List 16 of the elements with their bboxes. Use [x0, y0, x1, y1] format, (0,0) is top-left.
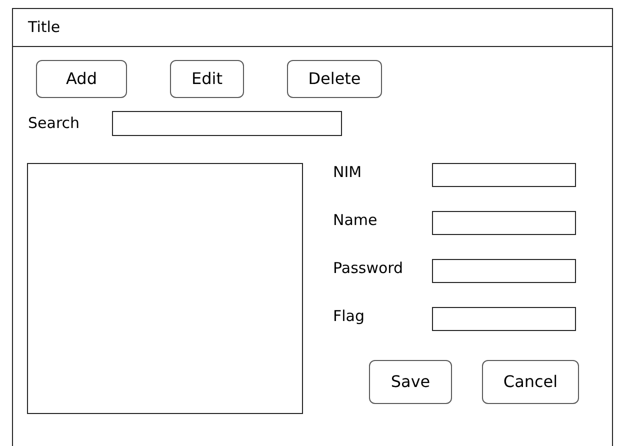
input-field[interactable] — [432, 259, 576, 283]
input-field[interactable] — [432, 307, 576, 331]
field-label: Name — [333, 210, 378, 231]
search-field[interactable] — [112, 111, 342, 136]
search-label: Search — [28, 113, 81, 134]
toolbar-button[interactable]: Add — [36, 60, 127, 98]
field-label: Password — [333, 258, 404, 279]
field-label: Flag — [333, 306, 366, 327]
field-label: NIM — [333, 162, 363, 183]
window-title: Title — [28, 18, 60, 36]
form-button[interactable]: Save — [369, 360, 452, 404]
form-button[interactable]: Cancel — [482, 360, 579, 404]
input-field[interactable] — [432, 211, 576, 235]
toolbar-button[interactable]: Delete — [287, 60, 382, 98]
input-field[interactable] — [432, 163, 576, 187]
toolbar-button[interactable]: Edit — [170, 60, 244, 98]
